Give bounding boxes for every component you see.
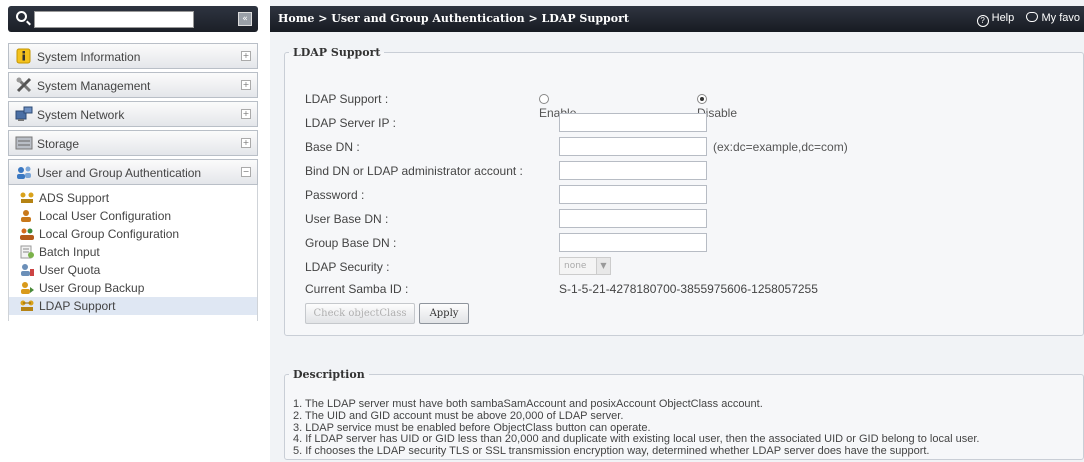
enable-radio-button[interactable] xyxy=(539,94,549,104)
menu-user-group-authentication[interactable]: User and Group Authentication − xyxy=(8,159,258,185)
group-config-icon xyxy=(20,228,34,240)
password-input[interactable] xyxy=(559,185,707,204)
network-icon xyxy=(15,106,33,121)
menu-label: User and Group Authentication xyxy=(37,166,202,180)
menu-system-information[interactable]: System Information + xyxy=(8,43,258,69)
description-line: 5. If chooses the LDAP security TLS or S… xyxy=(293,445,930,458)
search-bar: « xyxy=(8,6,258,32)
user-base-dn-input[interactable] xyxy=(559,209,707,228)
menu-storage[interactable]: Storage + xyxy=(8,130,258,156)
menu-label: System Network xyxy=(37,108,125,122)
sidebar-item-label: User Quota xyxy=(39,263,101,277)
ldap-support-legend: LDAP Support xyxy=(293,46,381,59)
sidebar-item-user-group-backup[interactable]: User Group Backup xyxy=(9,279,257,297)
user-config-icon xyxy=(21,210,31,222)
base-dn-input[interactable] xyxy=(559,137,707,156)
description-line: 2. The UID and GID account must be above… xyxy=(293,409,624,422)
samba-id-value: S-1-5-21-4278180700-3855975606-125805725… xyxy=(559,282,818,296)
group-base-dn-input[interactable] xyxy=(559,233,707,252)
menu-label: System Management xyxy=(37,79,151,93)
sidebar-item-user-quota[interactable]: User Quota xyxy=(9,261,257,279)
breadcrumb: Home > User and Group Authentication > L… xyxy=(278,12,629,25)
ldap-support-label: LDAP Support : xyxy=(305,92,389,106)
favorite-label: My favo xyxy=(1041,12,1080,24)
server-ip-label: LDAP Server IP : xyxy=(305,116,396,130)
sidebar-divider[interactable] xyxy=(262,0,270,462)
backup-icon xyxy=(21,282,34,294)
expand-icon[interactable]: + xyxy=(241,109,251,119)
bind-dn-label: Bind DN or LDAP administrator account : xyxy=(305,164,523,178)
sidebar: « System Information + System Management… xyxy=(0,0,262,462)
expand-icon[interactable]: + xyxy=(241,51,251,61)
menu-system-management[interactable]: System Management + xyxy=(8,72,258,98)
menu-label: Storage xyxy=(37,137,80,151)
ldap-security-value: none xyxy=(564,261,587,271)
description-legend: Description xyxy=(293,368,365,381)
chevron-down-icon: ▼ xyxy=(596,258,610,274)
batch-input-icon xyxy=(20,245,34,259)
help-link[interactable]: ? Help xyxy=(976,12,1018,27)
top-links: ? Help My favo xyxy=(976,12,1080,27)
favorite-icon xyxy=(1026,12,1039,22)
user-base-dn-label: User Base DN : xyxy=(305,212,389,226)
bind-dn-input[interactable] xyxy=(559,161,707,180)
sidebar-item-label: ADS Support xyxy=(39,191,110,205)
information-icon xyxy=(16,48,31,64)
help-label: Help xyxy=(991,12,1015,24)
apply-button[interactable]: Apply xyxy=(419,303,469,324)
sidebar-item-label: User Group Backup xyxy=(39,281,145,295)
tools-icon xyxy=(16,77,32,93)
users-icon xyxy=(17,166,31,179)
collapse-sidebar-button[interactable]: « xyxy=(238,12,252,26)
submenu-user-group-authentication: ADS Support Local User Configuration Loc… xyxy=(8,185,258,321)
ads-icon xyxy=(20,192,34,203)
check-objectclass-button[interactable]: Check objectClass xyxy=(305,303,415,324)
base-dn-hint: (ex:dc=example,dc=com) xyxy=(713,140,848,154)
main-panel: Home > User and Group Authentication > L… xyxy=(270,0,1084,462)
server-ip-input[interactable] xyxy=(559,113,707,132)
samba-id-label: Current Samba ID : xyxy=(305,282,409,296)
sidebar-item-label: Local User Configuration xyxy=(39,209,172,223)
ldap-security-select[interactable]: none ▼ xyxy=(559,257,611,275)
password-label: Password : xyxy=(305,188,365,202)
my-favorite-link[interactable]: My favo xyxy=(1026,12,1080,24)
search-input[interactable] xyxy=(34,11,194,28)
base-dn-label: Base DN : xyxy=(305,140,360,154)
sidebar-item-label: LDAP Support xyxy=(39,299,116,313)
expand-icon[interactable]: + xyxy=(241,138,251,148)
header-bar: Home > User and Group Authentication > L… xyxy=(270,6,1084,32)
sidebar-item-local-group-configuration[interactable]: Local Group Configuration xyxy=(9,225,257,243)
user-quota-icon xyxy=(21,264,34,276)
menu-label: System Information xyxy=(37,50,141,64)
group-base-dn-label: Group Base DN : xyxy=(305,236,397,250)
sidebar-item-label: Batch Input xyxy=(39,245,100,259)
menu-system-network[interactable]: System Network + xyxy=(8,101,258,127)
sidebar-item-ads-support[interactable]: ADS Support xyxy=(9,189,257,207)
ldap-icon xyxy=(20,300,34,311)
sidebar-item-batch-input[interactable]: Batch Input xyxy=(9,243,257,261)
description-fieldset: Description 1. The LDAP server must have… xyxy=(284,368,1084,460)
description-list: 1. The LDAP server must have both sambaS… xyxy=(293,398,979,458)
sidebar-item-label: Local Group Configuration xyxy=(39,227,180,241)
sidebar-item-local-user-configuration[interactable]: Local User Configuration xyxy=(9,207,257,225)
sidebar-item-ldap-support[interactable]: LDAP Support xyxy=(9,297,257,315)
collapse-icon[interactable]: − xyxy=(241,167,251,177)
disable-radio-button[interactable] xyxy=(697,94,707,104)
ldap-security-label: LDAP Security : xyxy=(305,260,390,274)
storage-icon xyxy=(15,136,33,150)
help-icon: ? xyxy=(976,15,989,27)
expand-icon[interactable]: + xyxy=(241,80,251,90)
nav-menu: System Information + System Management +… xyxy=(8,43,258,321)
ldap-support-fieldset: LDAP Support LDAP Support : Enable Disab… xyxy=(284,46,1084,336)
search-icon[interactable] xyxy=(16,11,27,22)
